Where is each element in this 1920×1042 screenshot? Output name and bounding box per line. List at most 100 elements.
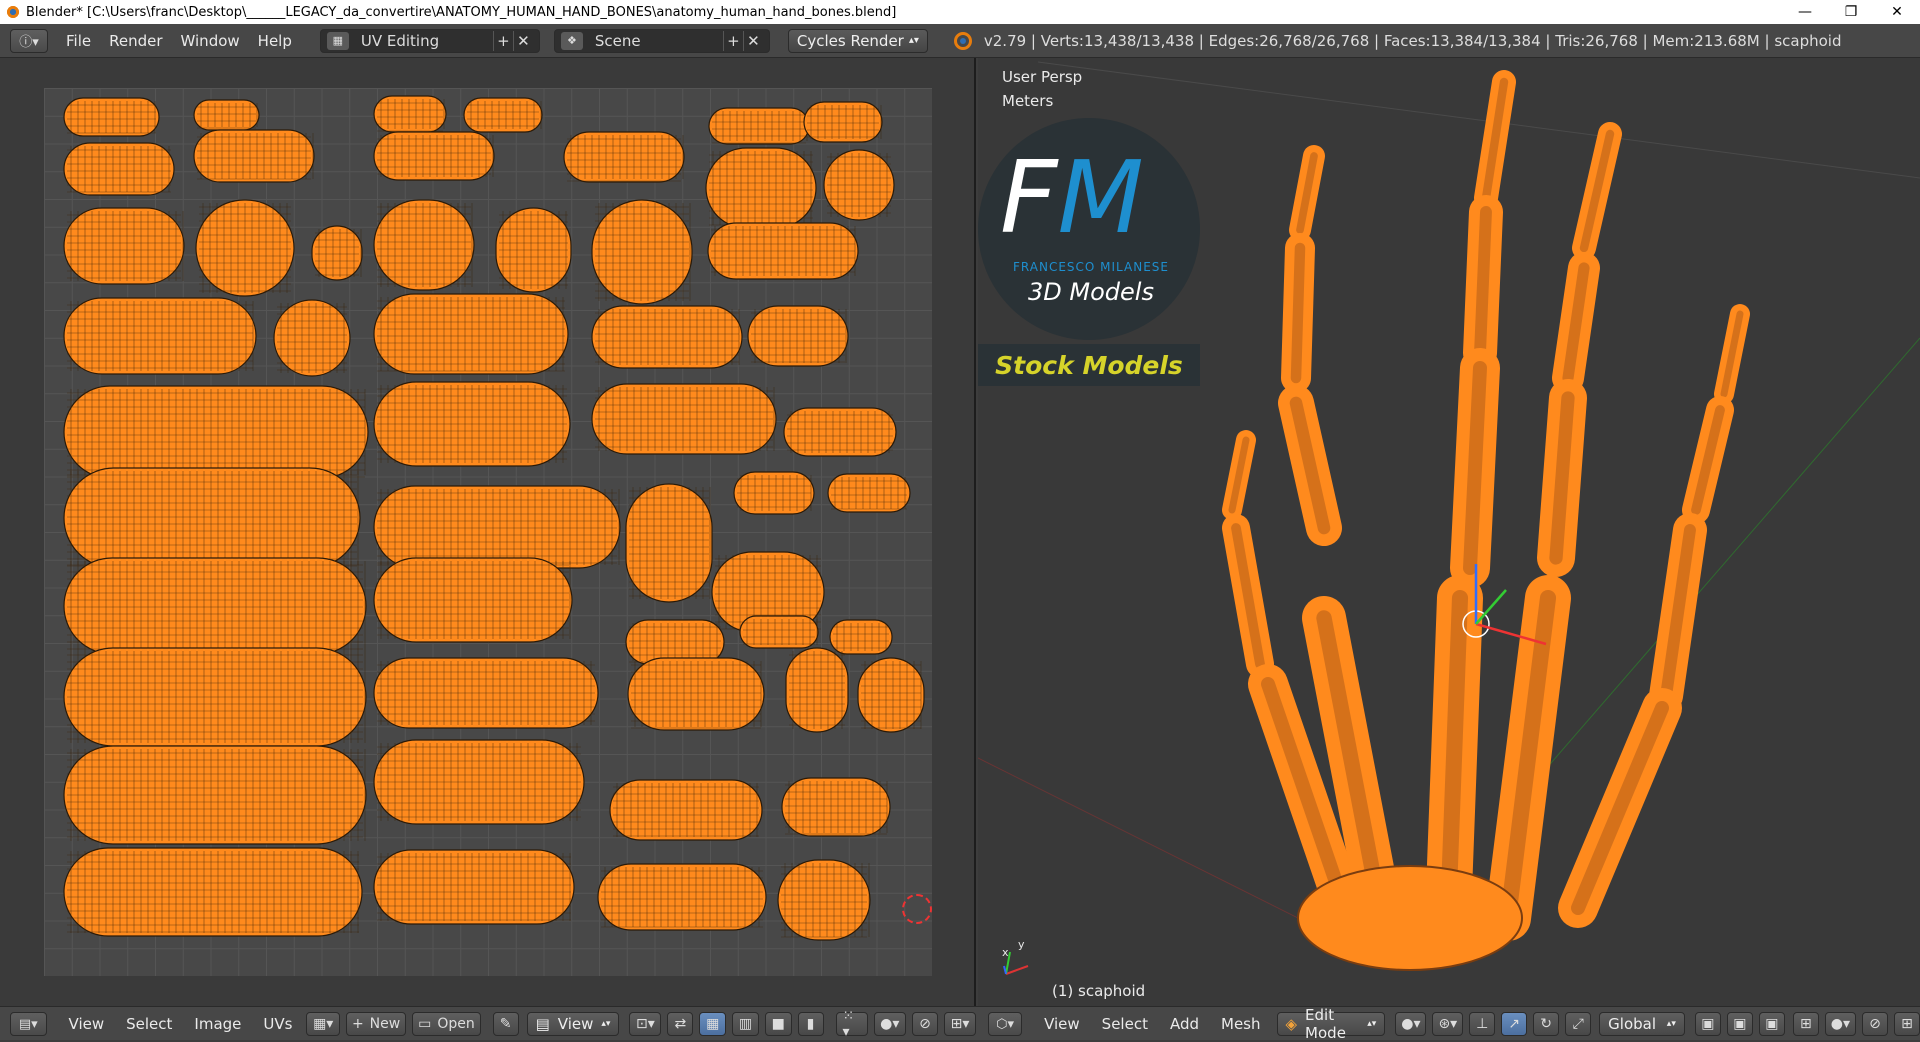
proportional-edit-button[interactable]: ●▾ <box>1824 1012 1856 1036</box>
hand-bone <box>1463 195 1503 370</box>
uv-menu-uvs[interactable]: UVs <box>263 1015 292 1033</box>
render-engine-dropdown[interactable]: Cycles Render ▴▾ <box>787 28 928 53</box>
island-select-button[interactable]: ▮ <box>797 1012 824 1036</box>
screen-layout-icon: ▦ <box>326 31 349 50</box>
viewport-editor-type-button[interactable]: ⬡▾ <box>988 1012 1023 1036</box>
blender-logo-icon <box>953 31 972 50</box>
pin-image-button[interactable]: ✎ <box>492 1012 519 1036</box>
uv-grid-canvas[interactable] <box>44 88 932 976</box>
menu-help[interactable]: Help <box>258 32 292 50</box>
uv-island <box>707 222 859 280</box>
sync-selection-button[interactable]: ⇄ <box>667 1012 694 1036</box>
folder-icon: ▭ <box>418 1016 432 1032</box>
uv-island <box>803 101 883 143</box>
new-image-button[interactable]: + New <box>345 1012 407 1036</box>
shading-dropdown[interactable]: ●▾ <box>1395 1012 1427 1036</box>
layer-3-button[interactable]: ▣ <box>1758 1012 1785 1036</box>
limit-selection-button[interactable]: ⊞ <box>1792 1012 1819 1036</box>
pivot-dropdown[interactable]: ⊡▾ <box>629 1012 662 1036</box>
menu-window[interactable]: Window <box>181 32 240 50</box>
uv-image-editor[interactable] <box>0 58 976 1006</box>
eye-icon: ▤ <box>535 1015 550 1033</box>
uv-island <box>63 142 175 196</box>
hand-bone <box>1572 122 1622 260</box>
translate-manipulator-button[interactable]: ↗ <box>1501 1012 1528 1036</box>
snap-target-button[interactable]: ⊞ <box>1893 1012 1920 1036</box>
viewport-menu-view[interactable]: View <box>1044 1015 1080 1033</box>
uv-island <box>591 383 777 455</box>
uv-island <box>373 739 585 825</box>
hand-bone <box>1558 688 1682 928</box>
vertex-select-button[interactable]: ▦ <box>699 1012 727 1036</box>
uv-menu-select[interactable]: Select <box>126 1015 172 1033</box>
mode-dropdown[interactable]: ◈ Edit Mode ▴▾ <box>1276 1006 1386 1042</box>
chevron-updown-icon: ▴▾ <box>908 35 919 46</box>
remove-scene-icon[interactable]: ✕ <box>742 30 763 51</box>
minimize-button[interactable]: — <box>1782 0 1828 24</box>
island-select-icon: ▮ <box>806 1016 815 1032</box>
3d-viewport[interactable]: User Persp Meters FM FRANCESCO MILANESE … <box>978 58 1920 1006</box>
uv-island <box>739 615 819 649</box>
pivot-point-dropdown[interactable]: ⊛▾ <box>1432 1012 1464 1036</box>
uv-menu-view[interactable]: View <box>69 1015 105 1033</box>
window-titlebar: Blender* [C:\Users\franc\Desktop\______L… <box>0 0 1920 24</box>
bottom-headers: ▤▾ View Select Image UVs ▦▾ + New ▭ Open ✎… <box>0 1006 1920 1042</box>
vertex-select-icon: ▦ <box>706 1016 720 1032</box>
window-title: Blender* [C:\Users\franc\Desktop\______L… <box>26 4 897 20</box>
screen-layout-selector[interactable]: ▦ UV Editing + ✕ <box>319 28 540 53</box>
uv-island <box>63 745 367 845</box>
face-select-button[interactable]: ■ <box>764 1012 792 1036</box>
chevron-updown-icon: ▴▾ <box>1367 1019 1377 1029</box>
uv-island <box>747 305 849 367</box>
layer-1-button[interactable]: ▣ <box>1694 1012 1721 1036</box>
viewport-menu-add[interactable]: Add <box>1170 1015 1199 1033</box>
info-header: ⓘ▾ File Render Window Help ▦ UV Editing … <box>0 24 1920 58</box>
add-scene-icon[interactable]: + <box>722 30 743 51</box>
image-view-label: View <box>557 1015 594 1033</box>
rotate-manipulator-button[interactable]: ↻ <box>1533 1012 1560 1036</box>
sticky-selection-dropdown[interactable]: ⁙▾ <box>835 1008 868 1040</box>
close-button[interactable]: ✕ <box>1874 0 1920 24</box>
viewport-menu-select[interactable]: Select <box>1102 1015 1148 1033</box>
uv-editor-type-button[interactable]: ▤▾ <box>10 1012 47 1036</box>
info-icon: ⓘ▾ <box>19 35 39 50</box>
image-view-dropdown[interactable]: ▤ View ▴▾ <box>526 1012 620 1036</box>
image-browse-button[interactable]: ▦▾ <box>306 1012 340 1036</box>
menu-render[interactable]: Render <box>109 32 162 50</box>
scene-selector[interactable]: ❖ Scene + ✕ <box>553 28 770 53</box>
snap-button[interactable]: ⊘ <box>1861 1012 1888 1036</box>
uv-island <box>783 407 897 457</box>
uv-island <box>373 381 571 467</box>
layer-2-button[interactable]: ▣ <box>1726 1012 1753 1036</box>
uv-island <box>373 657 599 729</box>
info-editor-type-button[interactable]: ⓘ▾ <box>10 28 48 53</box>
proportional-edit-dropdown[interactable]: ●▾ <box>873 1012 906 1036</box>
snap-element-dropdown[interactable]: ⊞▾ <box>944 1012 976 1036</box>
open-image-button[interactable]: ▭ Open <box>412 1012 481 1036</box>
uv-editor-header: ▤▾ View Select Image UVs ▦▾ + New ▭ Open ✎… <box>0 1007 976 1041</box>
2d-cursor[interactable] <box>902 894 932 924</box>
maximize-button[interactable]: ❐ <box>1828 0 1874 24</box>
hand-bone <box>1278 385 1342 546</box>
uv-island <box>609 779 763 841</box>
add-layout-icon[interactable]: + <box>492 30 513 51</box>
uv-island <box>193 99 260 131</box>
uv-menu-image[interactable]: Image <box>194 1015 241 1033</box>
scene-name: Scene <box>594 31 641 50</box>
viewport-menu-mesh[interactable]: Mesh <box>1221 1015 1261 1033</box>
scene-stats: v2.79 | Verts:13,438/13,438 | Edges:26,7… <box>983 31 1842 50</box>
snap-toggle-button[interactable]: ⊘ <box>912 1012 938 1036</box>
new-image-label: New <box>369 1016 401 1032</box>
uv-island <box>785 647 849 733</box>
remove-layout-icon[interactable]: ✕ <box>512 30 533 51</box>
menu-file[interactable]: File <box>66 32 91 50</box>
chevron-updown-icon: ▴▾ <box>601 1019 611 1029</box>
manipulator-toggle[interactable]: ⊥ <box>1469 1012 1496 1036</box>
scale-manipulator-button[interactable]: ⤢ <box>1565 1012 1592 1036</box>
uv-island <box>705 147 817 229</box>
edge-select-button[interactable]: ▥ <box>732 1012 759 1036</box>
uv-island <box>625 483 713 603</box>
translate-icon: ↗ <box>1508 1016 1521 1032</box>
uv-island <box>733 471 815 515</box>
transform-orientation-dropdown[interactable]: Global ▴▾ <box>1599 1012 1685 1036</box>
